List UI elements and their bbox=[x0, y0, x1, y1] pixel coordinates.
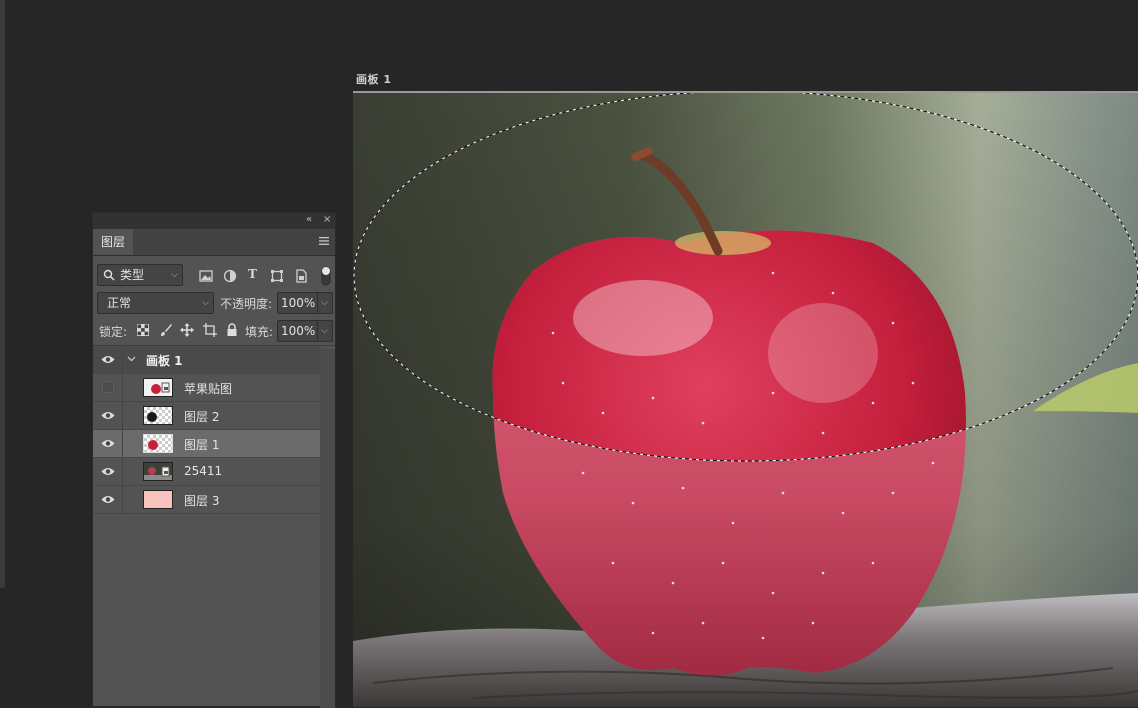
opacity-value: 100% bbox=[281, 296, 316, 310]
blend-row: 正常 ⌵ 不透明度: 100% ⌵ bbox=[93, 288, 335, 316]
layer-thumbnail bbox=[143, 462, 173, 481]
eye-icon[interactable] bbox=[101, 495, 115, 504]
photo-thumbnail-icon bbox=[144, 466, 172, 480]
hidden-visibility-box[interactable] bbox=[102, 381, 114, 393]
expand-chevron-icon[interactable] bbox=[127, 354, 136, 363]
layer-name: 苹果贴图 bbox=[184, 382, 233, 396]
layer-name: 图层 2 bbox=[184, 410, 220, 424]
layer-row-layer-2[interactable]: 图层 2 bbox=[93, 402, 321, 430]
visibility-toggle[interactable] bbox=[93, 458, 123, 485]
lock-position-move-icon[interactable] bbox=[180, 323, 194, 337]
apple-photo bbox=[353, 93, 1138, 707]
red-apple-thumbnail-icon bbox=[148, 440, 158, 450]
chevron-down-icon[interactable]: ⌵ bbox=[317, 321, 328, 341]
eye-icon[interactable] bbox=[101, 355, 115, 364]
layer-row-layer-3[interactable]: 图层 3 bbox=[93, 486, 321, 514]
layer-name: 图层 1 bbox=[184, 438, 220, 452]
fill-value: 100% bbox=[281, 324, 316, 338]
fill-input[interactable]: 100% ⌵ bbox=[277, 320, 333, 342]
layer-row-apple-texture[interactable]: 苹果贴图 bbox=[93, 374, 321, 402]
artboard-title[interactable]: 画板 1 bbox=[356, 71, 391, 87]
fill-label: 填充: bbox=[245, 325, 274, 339]
layer-name: 图层 3 bbox=[184, 494, 220, 508]
blend-mode-value: 正常 bbox=[107, 296, 132, 310]
lock-artboard-nesting-icon[interactable] bbox=[203, 323, 217, 337]
layer-filter-select[interactable]: 类型 ⌵ bbox=[97, 264, 183, 286]
eye-icon[interactable] bbox=[101, 411, 115, 420]
layer-row-25411[interactable]: 25411 bbox=[93, 458, 321, 486]
lock-transparent-pixels-icon[interactable] bbox=[137, 324, 149, 336]
panel-title-bar[interactable]: « × bbox=[93, 213, 335, 229]
visibility-toggle[interactable] bbox=[93, 346, 123, 373]
layer-thumbnail bbox=[143, 490, 173, 509]
search-icon bbox=[103, 269, 115, 281]
lock-image-pixels-brush-icon[interactable] bbox=[159, 323, 173, 337]
layer-name: 25411 bbox=[184, 464, 223, 478]
collapse-panel-icon[interactable]: « bbox=[306, 214, 312, 225]
filter-type-layer-icon[interactable]: T bbox=[248, 267, 257, 281]
layer-group-artboard[interactable]: 画板 1 bbox=[93, 346, 321, 374]
opacity-input[interactable]: 100% ⌵ bbox=[277, 292, 333, 314]
filter-pixel-layer-icon[interactable] bbox=[199, 269, 213, 283]
filter-smart-object-icon[interactable] bbox=[294, 269, 308, 283]
filter-row: 类型 ⌵ T bbox=[93, 256, 335, 288]
lock-row: 锁定: 填充: 100% ⌵ bbox=[93, 316, 335, 346]
apple-thumbnail-icon bbox=[151, 382, 170, 394]
eye-icon[interactable] bbox=[101, 439, 115, 448]
filter-adjustment-layer-icon[interactable] bbox=[223, 269, 237, 283]
tab-layers[interactable]: 图层 bbox=[93, 229, 133, 255]
blend-mode-select[interactable]: 正常 ⌵ bbox=[97, 292, 214, 314]
visibility-toggle[interactable] bbox=[93, 430, 123, 457]
artboard-group-name: 画板 1 bbox=[146, 354, 183, 368]
apple-silhouette-thumbnail-icon bbox=[147, 412, 157, 422]
layer-row-layer-1[interactable]: 图层 1 bbox=[93, 430, 321, 458]
filter-shape-layer-icon[interactable] bbox=[270, 269, 284, 283]
filter-toggle-switch[interactable] bbox=[321, 266, 331, 286]
layer-thumbnail bbox=[143, 434, 173, 453]
visibility-toggle[interactable] bbox=[93, 486, 123, 513]
panel-menu-icon[interactable] bbox=[319, 236, 329, 246]
layers-scrollbar[interactable] bbox=[320, 349, 335, 708]
layer-thumbnail bbox=[143, 406, 173, 425]
lock-all-icon[interactable] bbox=[225, 323, 239, 337]
lock-label: 锁定: bbox=[99, 325, 128, 339]
layer-filter-value: 类型 bbox=[120, 268, 145, 282]
document-canvas[interactable] bbox=[353, 91, 1138, 707]
chevron-down-icon[interactable]: ⌵ bbox=[317, 293, 328, 313]
chevron-down-icon: ⌵ bbox=[202, 298, 209, 308]
visibility-toggle[interactable] bbox=[93, 374, 123, 401]
left-toolbar-edge bbox=[0, 0, 5, 588]
layer-thumbnail bbox=[143, 378, 173, 397]
opacity-label: 不透明度: bbox=[220, 297, 273, 311]
eye-icon[interactable] bbox=[101, 467, 115, 476]
layers-panel: « × 图层 类型 ⌵ T 正常 ⌵ 不透明度: 100% ⌵ 锁定: 填充: … bbox=[92, 212, 336, 708]
layers-list: 画板 1 苹果贴图 图层 2 图层 1 25411 图层 3 bbox=[93, 346, 321, 514]
visibility-toggle[interactable] bbox=[93, 402, 123, 429]
close-panel-icon[interactable]: × bbox=[323, 214, 331, 225]
chevron-down-icon: ⌵ bbox=[171, 270, 178, 280]
